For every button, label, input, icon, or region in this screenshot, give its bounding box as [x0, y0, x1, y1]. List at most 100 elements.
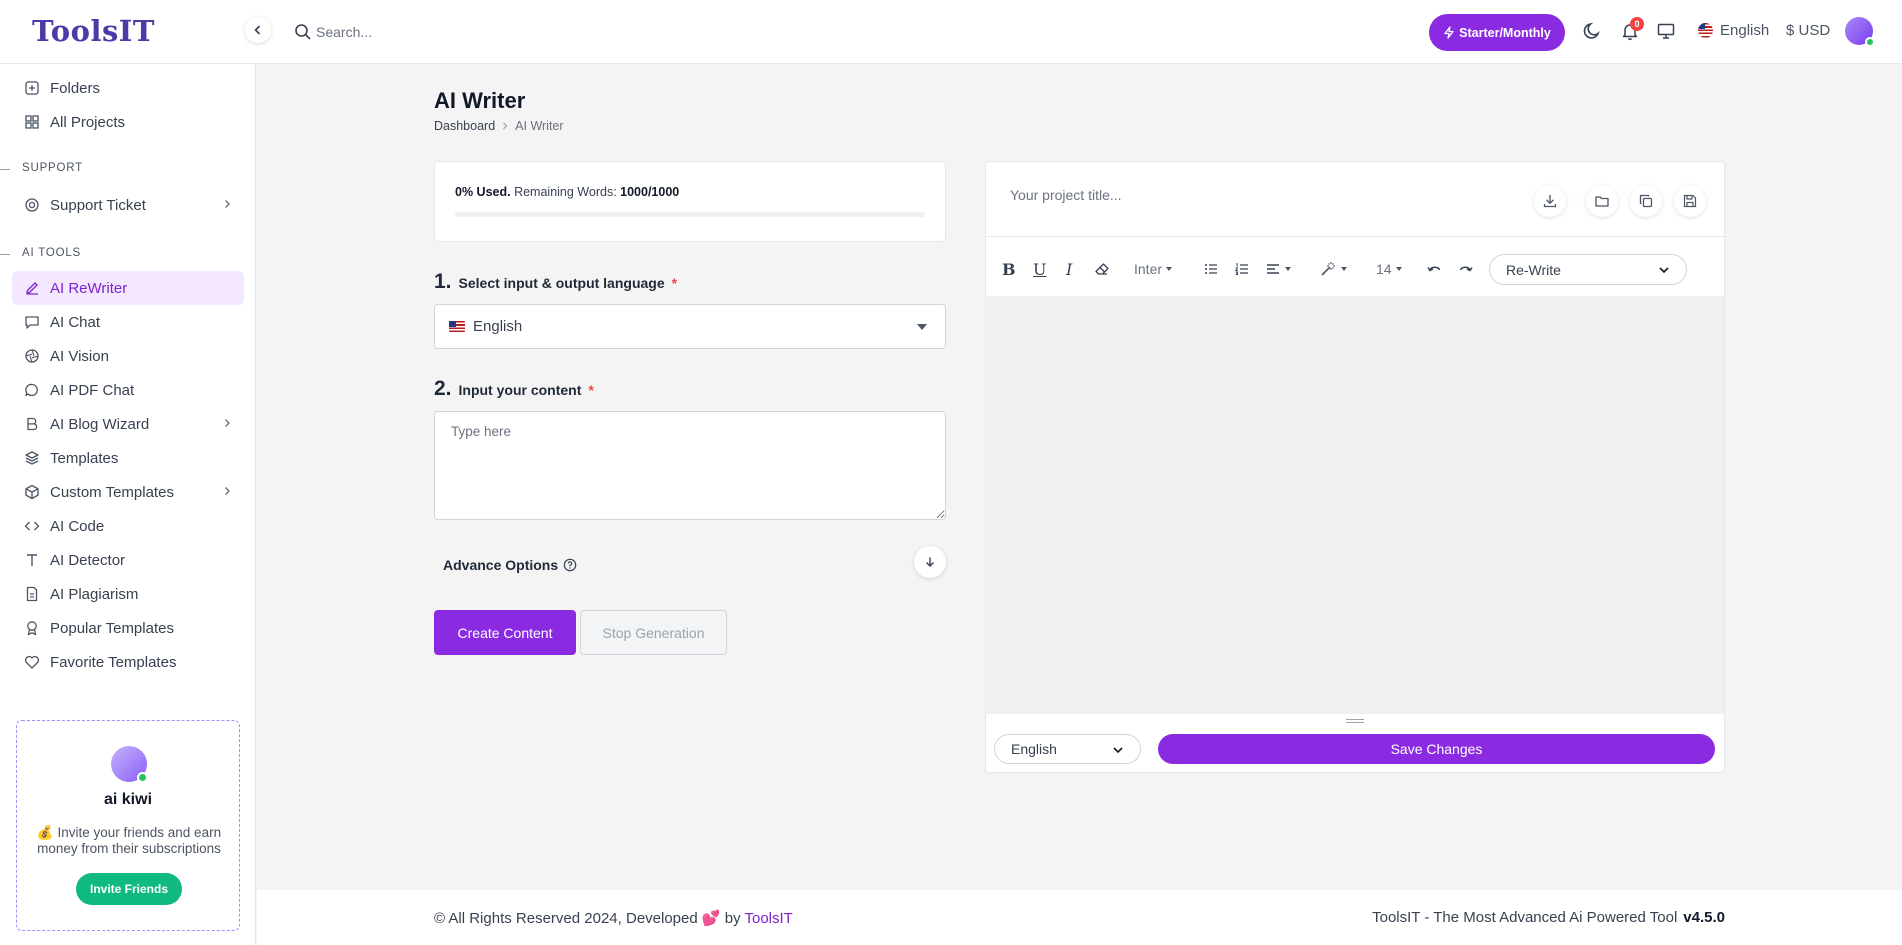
heart-emoji: 💕: [701, 910, 721, 927]
stop-generation-button[interactable]: Stop Generation: [580, 610, 727, 655]
bold-icon: B: [1002, 259, 1016, 279]
italic-button[interactable]: I: [1066, 257, 1072, 281]
sidebar-item-templates[interactable]: Templates: [12, 441, 244, 475]
text-icon: [27, 554, 37, 566]
invite-friends-button[interactable]: Invite Friends: [76, 873, 182, 905]
sidebar-item-label: AI ReWriter: [50, 279, 128, 297]
required-marker: *: [588, 382, 594, 398]
sidebar-item-label: Custom Templates: [50, 483, 174, 501]
sidebar-item-custom-templates[interactable]: Custom Templates: [12, 475, 244, 509]
magic-wand-icon: [1321, 262, 1335, 276]
grid-icon: [25, 115, 39, 129]
sidebar-item-label: AI PDF Chat: [50, 381, 135, 399]
project-title-input[interactable]: [1010, 187, 1490, 203]
sidebar-item-ai-vision[interactable]: AI Vision: [12, 339, 244, 373]
caret-down-icon: [917, 324, 927, 330]
ordered-list-button[interactable]: [1234, 257, 1250, 281]
lifebuoy-icon: [25, 198, 39, 212]
content-input[interactable]: [434, 411, 946, 520]
sidebar-item-ai-code[interactable]: AI Code: [12, 509, 244, 543]
tagline-text: ToolsIT - The Most Advanced Ai Powered T…: [1372, 909, 1678, 926]
bold-button[interactable]: B: [1002, 257, 1016, 281]
input-language-select[interactable]: English: [434, 304, 946, 349]
redo-button[interactable]: [1458, 257, 1474, 281]
font-family-select[interactable]: Inter: [1134, 257, 1173, 281]
language-selector[interactable]: English: [1698, 22, 1769, 39]
editor-content-area[interactable]: [986, 296, 1724, 714]
search-input[interactable]: [316, 18, 616, 46]
help-circle-icon: [563, 558, 577, 572]
save-document-button[interactable]: [1674, 185, 1706, 217]
bullet-list-button[interactable]: [1203, 257, 1219, 281]
pencil-icon: [26, 282, 38, 295]
plan-label: Starter/Monthly: [1459, 25, 1551, 40]
step2-text: Input your content: [458, 382, 582, 398]
underline-button[interactable]: U: [1033, 257, 1046, 281]
clear-format-button[interactable]: [1094, 257, 1110, 281]
breadcrumb-current: AI Writer: [515, 119, 564, 133]
version-label: v4.5.0: [1683, 909, 1725, 926]
sidebar-item-ai-rewriter[interactable]: AI ReWriter: [12, 271, 244, 305]
undo-button[interactable]: [1426, 257, 1442, 281]
sidebar-item-favorite-templates[interactable]: Favorite Templates: [12, 645, 244, 679]
top-bar: ToolsIT Starter/Monthly 0 English $ USD: [0, 0, 1902, 64]
output-language-select[interactable]: English: [994, 734, 1141, 764]
screen-button[interactable]: [1656, 21, 1676, 41]
advance-options-toggle[interactable]: [914, 546, 946, 578]
footer-brand-link[interactable]: ToolsIT: [744, 910, 792, 927]
step2-number: 2.: [434, 377, 452, 400]
cube-icon: [25, 484, 39, 500]
copyright-text: © All Rights Reserved 2024, Developed: [434, 910, 698, 927]
download-button[interactable]: [1534, 185, 1566, 217]
font-size-select[interactable]: 14: [1376, 257, 1402, 281]
sidebar-item-ai-pdf-chat[interactable]: AI PDF Chat: [12, 373, 244, 407]
chevron-left-icon: [254, 25, 261, 35]
user-name: ai kiwi: [103, 791, 153, 808]
sidebar-item-popular-templates[interactable]: Popular Templates: [12, 611, 244, 645]
sidebar-item-support-ticket[interactable]: Support Ticket: [12, 188, 244, 222]
plan-button[interactable]: Starter/Monthly: [1429, 14, 1565, 51]
copy-icon: [1639, 194, 1653, 208]
ai-magic-button[interactable]: [1319, 257, 1347, 281]
collapse-sidebar-button[interactable]: [245, 17, 271, 43]
user-avatar[interactable]: [1845, 17, 1875, 47]
notification-badge: 0: [1630, 17, 1644, 31]
save-icon: [1683, 194, 1697, 208]
aperture-icon: [25, 349, 39, 363]
open-folder-button[interactable]: [1586, 185, 1618, 217]
copy-button[interactable]: [1630, 185, 1662, 217]
chevron-down-icon: [1659, 267, 1669, 274]
step1-label: 1. Select input & output language *: [434, 270, 677, 294]
breadcrumb-dashboard[interactable]: Dashboard: [434, 119, 495, 133]
rewrite-mode-select[interactable]: Re-Write: [1489, 254, 1687, 285]
create-content-button[interactable]: Create Content: [434, 610, 576, 655]
moon-icon: [1583, 22, 1600, 39]
file-icon: [26, 586, 38, 602]
align-button[interactable]: [1265, 257, 1291, 281]
save-changes-button[interactable]: Save Changes: [1158, 734, 1715, 764]
sidebar-item-folders[interactable]: Folders: [12, 71, 244, 105]
sidebar-item-ai-chat[interactable]: AI Chat: [12, 305, 244, 339]
usage-remaining-value: 1000/1000: [620, 185, 680, 199]
step1-text: Select input & output language: [458, 275, 665, 291]
sidebar-item-ai-plagiarism[interactable]: AI Plagiarism: [12, 577, 244, 611]
app-logo[interactable]: ToolsIT: [32, 14, 155, 48]
rewrite-mode-value: Re-Write: [1506, 261, 1561, 278]
footer: © All Rights Reserved 2024, Developed 💕 …: [257, 890, 1902, 945]
dark-mode-toggle[interactable]: [1582, 21, 1602, 41]
advance-options-label[interactable]: Advance Options: [443, 557, 577, 573]
sidebar: Folders All Projects SUPPORT Support Tic…: [0, 64, 256, 945]
resize-handle[interactable]: [1346, 719, 1364, 723]
editor-divider: [986, 236, 1724, 237]
caret-down-icon: [1395, 267, 1402, 271]
sidebar-item-ai-detector[interactable]: AI Detector: [12, 543, 244, 577]
folder-plus-icon: [25, 81, 39, 95]
currency-selector[interactable]: $ USD: [1786, 22, 1830, 39]
section-support-heading: SUPPORT: [0, 162, 83, 174]
usage-used: 0% Used.: [455, 185, 511, 199]
sidebar-item-label: AI Blog Wizard: [50, 415, 150, 433]
italic-icon: I: [1066, 259, 1073, 279]
us-flag-icon: [449, 321, 465, 332]
sidebar-item-ai-blog-wizard[interactable]: AI Blog Wizard: [12, 407, 244, 441]
sidebar-item-all-projects[interactable]: All Projects: [12, 105, 244, 139]
